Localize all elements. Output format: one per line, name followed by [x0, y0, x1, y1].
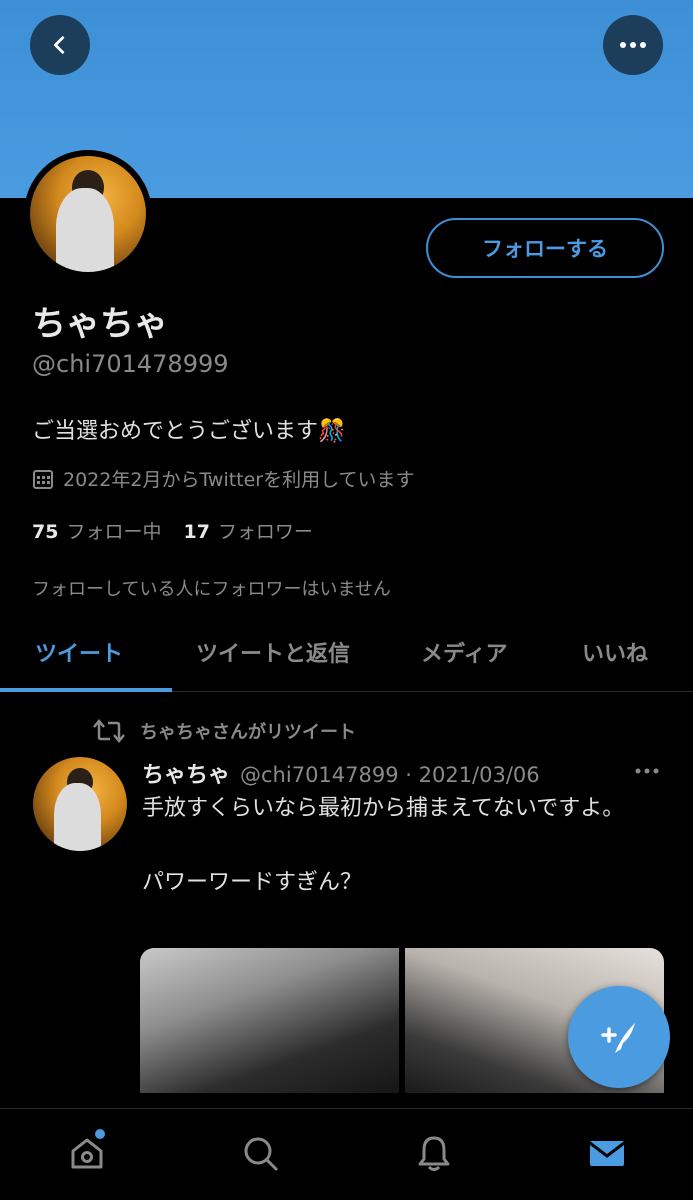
- bottom-navigation: [0, 1108, 693, 1200]
- following-link[interactable]: 75 フォロー中: [32, 517, 161, 544]
- following-label: フォロー中: [66, 521, 162, 543]
- profile-tabs: ツイート ツイートと返信 メディア いいね: [0, 626, 693, 692]
- profile-name: ちゃちゃ: [32, 304, 168, 344]
- tab-media[interactable]: メディア: [421, 636, 507, 668]
- profile-handle: @chi701478999: [32, 350, 229, 378]
- mutual-followers-note: フォローしている人にフォロワーはいません: [32, 579, 391, 600]
- active-tab-indicator: [0, 688, 172, 692]
- profile-avatar[interactable]: [24, 150, 152, 278]
- nav-search[interactable]: [240, 1133, 280, 1173]
- retweet-note: ちゃちゃさんがリツイート: [92, 718, 356, 744]
- search-icon: [244, 1137, 278, 1171]
- nav-messages[interactable]: [587, 1133, 627, 1173]
- joined-text: 2022年2月からTwitterを利用しています: [63, 469, 415, 491]
- notification-dot: [95, 1129, 105, 1139]
- joined-date: 2022年2月からTwitterを利用しています: [32, 465, 415, 492]
- tweet-header: ちゃちゃ @chi70147899 · 2021/03/06: [142, 757, 540, 789]
- retweet-note-text: ちゃちゃさんがリツイート: [140, 722, 356, 743]
- bio-text: ご当選おめでとうございます🎊: [32, 419, 346, 444]
- followers-link[interactable]: 17 フォロワー: [183, 517, 312, 544]
- nav-home[interactable]: [67, 1129, 107, 1173]
- tweet-text: 手放すくらいなら最初から捕まえてないですよ。 パワーワードすぎん？: [142, 796, 625, 895]
- more-horizontal-icon: [620, 42, 646, 48]
- tweet-author-name[interactable]: ちゃちゃ: [142, 757, 230, 789]
- profile-bio: ご当選おめでとうございます🎊: [32, 413, 345, 445]
- tab-tweets-replies[interactable]: ツイートと返信: [196, 636, 350, 668]
- more-button[interactable]: [603, 15, 663, 75]
- compose-icon: [601, 1023, 635, 1053]
- tweet-meta: @chi70147899 · 2021/03/06: [240, 763, 540, 787]
- follow-counts: 75 フォロー中 17 フォロワー: [32, 517, 313, 544]
- nav-notifications[interactable]: [414, 1133, 454, 1173]
- followers-label: フォロワー: [217, 521, 313, 543]
- compose-tweet-button[interactable]: [568, 986, 670, 1088]
- more-horizontal-icon: [635, 768, 659, 774]
- home-icon: [71, 1138, 103, 1169]
- tab-tweets[interactable]: ツイート: [35, 636, 123, 668]
- calendar-icon: [33, 469, 53, 489]
- follow-button[interactable]: フォローする: [426, 218, 664, 278]
- followers-count: 17: [183, 521, 210, 543]
- tab-likes[interactable]: いいね: [582, 636, 648, 668]
- bell-icon: [418, 1136, 450, 1171]
- back-button[interactable]: [30, 15, 90, 75]
- retweet-icon: [93, 719, 125, 743]
- tweet-image-1[interactable]: [140, 948, 399, 1093]
- tweet-more-button[interactable]: [634, 760, 660, 779]
- tweet-author-avatar[interactable]: [33, 757, 127, 851]
- chevron-left-icon: [54, 36, 65, 54]
- mail-icon: [589, 1141, 625, 1166]
- following-count: 75: [32, 521, 59, 543]
